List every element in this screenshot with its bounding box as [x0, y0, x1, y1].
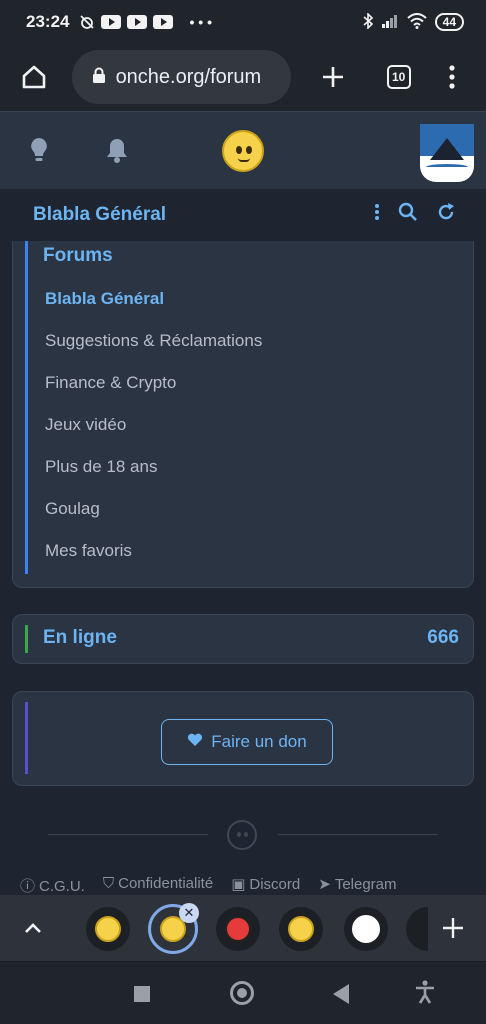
browser-toolbar: onche.org/forum 10: [0, 44, 486, 110]
card-accent: [25, 702, 28, 774]
card-accent: [25, 241, 28, 574]
forum-item-blabla-general[interactable]: Blabla Général: [45, 285, 262, 327]
chevron-up-icon[interactable]: [14, 909, 52, 947]
bell-icon[interactable]: [102, 134, 132, 166]
online-count: 666: [427, 627, 459, 648]
forum-item-finance-crypto[interactable]: Finance & Crypto: [45, 369, 262, 411]
forum-item-mes-favoris[interactable]: Mes favoris: [45, 537, 262, 579]
close-tab-icon[interactable]: ✕: [179, 903, 199, 923]
online-card: En ligne 666: [12, 614, 474, 664]
alarm-off-icon: [79, 14, 95, 30]
info-icon: ⓘ: [20, 878, 36, 895]
heart-icon: [187, 732, 203, 752]
status-time: 23:24: [26, 12, 70, 31]
new-tab-button[interactable]: [313, 57, 353, 97]
site-logo-avatar[interactable]: [222, 130, 264, 172]
refresh-icon[interactable]: [436, 202, 456, 228]
donation-card: Faire un don: [12, 691, 474, 786]
wifi-icon: [406, 12, 427, 32]
tab-strip: ✕: [0, 895, 486, 961]
lightbulb-icon[interactable]: [24, 134, 54, 166]
youtube-notification-icon: [101, 15, 122, 29]
forum-item-plus-18[interactable]: Plus de 18 ans: [45, 453, 262, 495]
tab-switcher-button[interactable]: 10: [379, 57, 419, 97]
tab-thumbnail[interactable]: [406, 907, 428, 951]
tab-thumbnail[interactable]: [344, 907, 388, 951]
card-accent: [25, 625, 28, 653]
site-navbar: [0, 111, 486, 189]
status-bar: 23:24 • • • 44: [0, 0, 486, 44]
home-icon[interactable]: [14, 57, 54, 97]
donate-button-label: Faire un don: [211, 732, 307, 751]
telegram-icon: ➤: [318, 876, 331, 893]
forums-card: Forums Blabla Général Suggestions & Récl…: [12, 241, 474, 588]
more-options-icon[interactable]: [374, 202, 380, 228]
bluetooth-icon: [363, 11, 373, 32]
footer-divider: [278, 834, 438, 835]
footer-divider: [48, 834, 208, 835]
donate-button[interactable]: Faire un don: [161, 719, 333, 765]
discord-link[interactable]: ▣ Discord: [231, 875, 300, 896]
forum-item-goulag[interactable]: Goulag: [45, 495, 262, 537]
back-icon[interactable]: [333, 984, 349, 1004]
forum-item-suggestions[interactable]: Suggestions & Réclamations: [45, 327, 262, 369]
signal-icon: [381, 14, 399, 31]
forum-list: Blabla Général Suggestions & Réclamation…: [45, 285, 262, 579]
recents-icon[interactable]: [134, 986, 150, 1002]
add-tab-icon[interactable]: [434, 909, 472, 947]
home-nav-icon[interactable]: [230, 981, 254, 1005]
tab-thumbnail[interactable]: [279, 907, 323, 951]
footer-logo-icon: [227, 820, 257, 850]
youtube-notification-icon: [153, 15, 174, 29]
cgu-link[interactable]: ⓘ C.G.U.: [20, 875, 85, 896]
footer-links: ⓘ C.G.U. ⛉ Confidentialité ▣ Discord ➤ Teleg…: [20, 875, 397, 896]
system-navbar: [0, 961, 486, 1024]
tab-thumbnail[interactable]: [216, 907, 260, 951]
address-bar[interactable]: onche.org/forum: [71, 50, 292, 104]
tab-thumbnail-selected[interactable]: ✕: [148, 903, 199, 954]
url-text: onche.org/forum: [115, 65, 262, 88]
page-title[interactable]: Blabla Général: [33, 204, 166, 226]
shield-icon: ⛉: [102, 875, 115, 892]
more-notifications-icon: • • •: [189, 14, 212, 30]
discord-icon: ▣: [231, 876, 246, 893]
online-label: En ligne: [43, 627, 117, 648]
telegram-link[interactable]: ➤ Telegram: [318, 875, 396, 896]
lock-icon: [92, 66, 106, 89]
youtube-notification-icon: [127, 15, 148, 29]
forum-header: Blabla Général: [0, 190, 486, 240]
tab-count: 10: [386, 65, 411, 89]
forums-heading: Forums: [43, 245, 113, 266]
battery-level: 44: [434, 13, 464, 31]
browser-menu-icon[interactable]: [432, 57, 472, 97]
privacy-link[interactable]: ⛉ Confidentialité: [103, 875, 213, 896]
forum-item-jeux-video[interactable]: Jeux vidéo: [45, 411, 262, 453]
tab-thumbnail[interactable]: [86, 907, 130, 951]
user-avatar[interactable]: [420, 124, 474, 182]
accessibility-icon[interactable]: [414, 980, 436, 1011]
search-icon[interactable]: [398, 202, 418, 228]
